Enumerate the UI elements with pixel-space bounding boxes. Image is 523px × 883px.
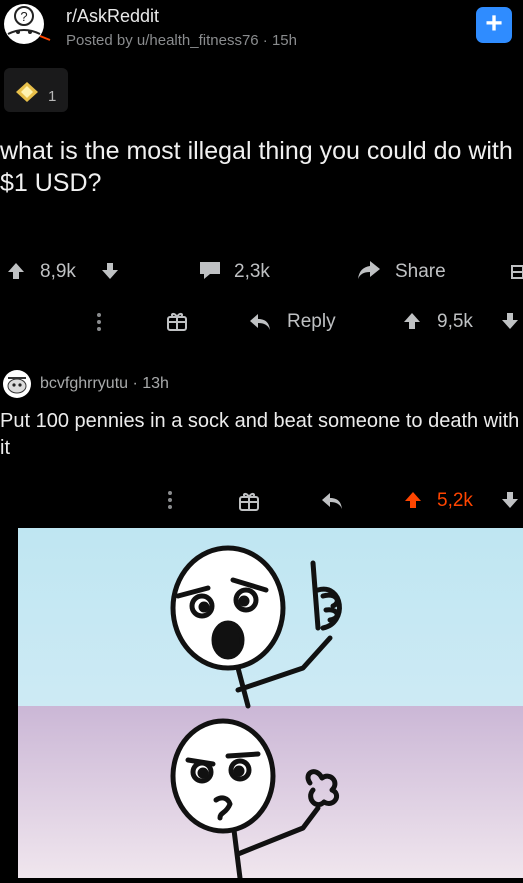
post-score: 8,9k <box>40 261 76 282</box>
downvote-icon[interactable] <box>100 261 120 281</box>
join-plus-button[interactable]: + <box>476 7 512 43</box>
subreddit-avatar-icon[interactable]: ? <box>0 2 54 46</box>
plus-icon: + <box>485 7 503 40</box>
award-icon <box>14 80 40 104</box>
gift-icon[interactable] <box>510 260 523 282</box>
upvote-icon[interactable] <box>402 311 422 331</box>
downvote-icon[interactable] <box>500 311 520 331</box>
more-icon[interactable] <box>167 490 173 510</box>
more-icon[interactable] <box>96 312 102 332</box>
post-title: what is the most illegal thing you could… <box>0 137 513 197</box>
downvote-icon[interactable] <box>500 490 520 510</box>
comment-author[interactable]: bcvfghrryutu · 13h <box>40 375 169 393</box>
comment-body: Put 100 pennies in a sock and beat someo… <box>0 410 520 459</box>
meme-image <box>18 528 523 881</box>
comment-count: 2,3k <box>234 261 270 282</box>
reply-icon[interactable] <box>320 491 344 511</box>
comment-score: 5,2k <box>437 490 473 511</box>
post-meta: Posted by u/health_fitness76 · 15h <box>66 32 297 49</box>
reply-icon[interactable] <box>248 312 272 332</box>
upvote-icon-active[interactable] <box>403 490 423 510</box>
gift-icon[interactable] <box>238 490 260 512</box>
share-button[interactable]: Share <box>395 261 446 283</box>
reply-button[interactable]: Reply <box>287 311 336 333</box>
award-count: 1 <box>48 88 57 105</box>
gift-icon[interactable] <box>166 310 188 332</box>
user-avatar-icon[interactable] <box>2 369 32 399</box>
subreddit-name[interactable]: r/AskReddit <box>66 6 159 27</box>
parent-comment-score: 9,5k <box>437 311 473 332</box>
upvote-icon[interactable] <box>6 261 26 281</box>
svg-text:?: ? <box>20 9 27 24</box>
share-icon[interactable] <box>356 259 382 281</box>
comment-icon[interactable] <box>198 259 222 281</box>
